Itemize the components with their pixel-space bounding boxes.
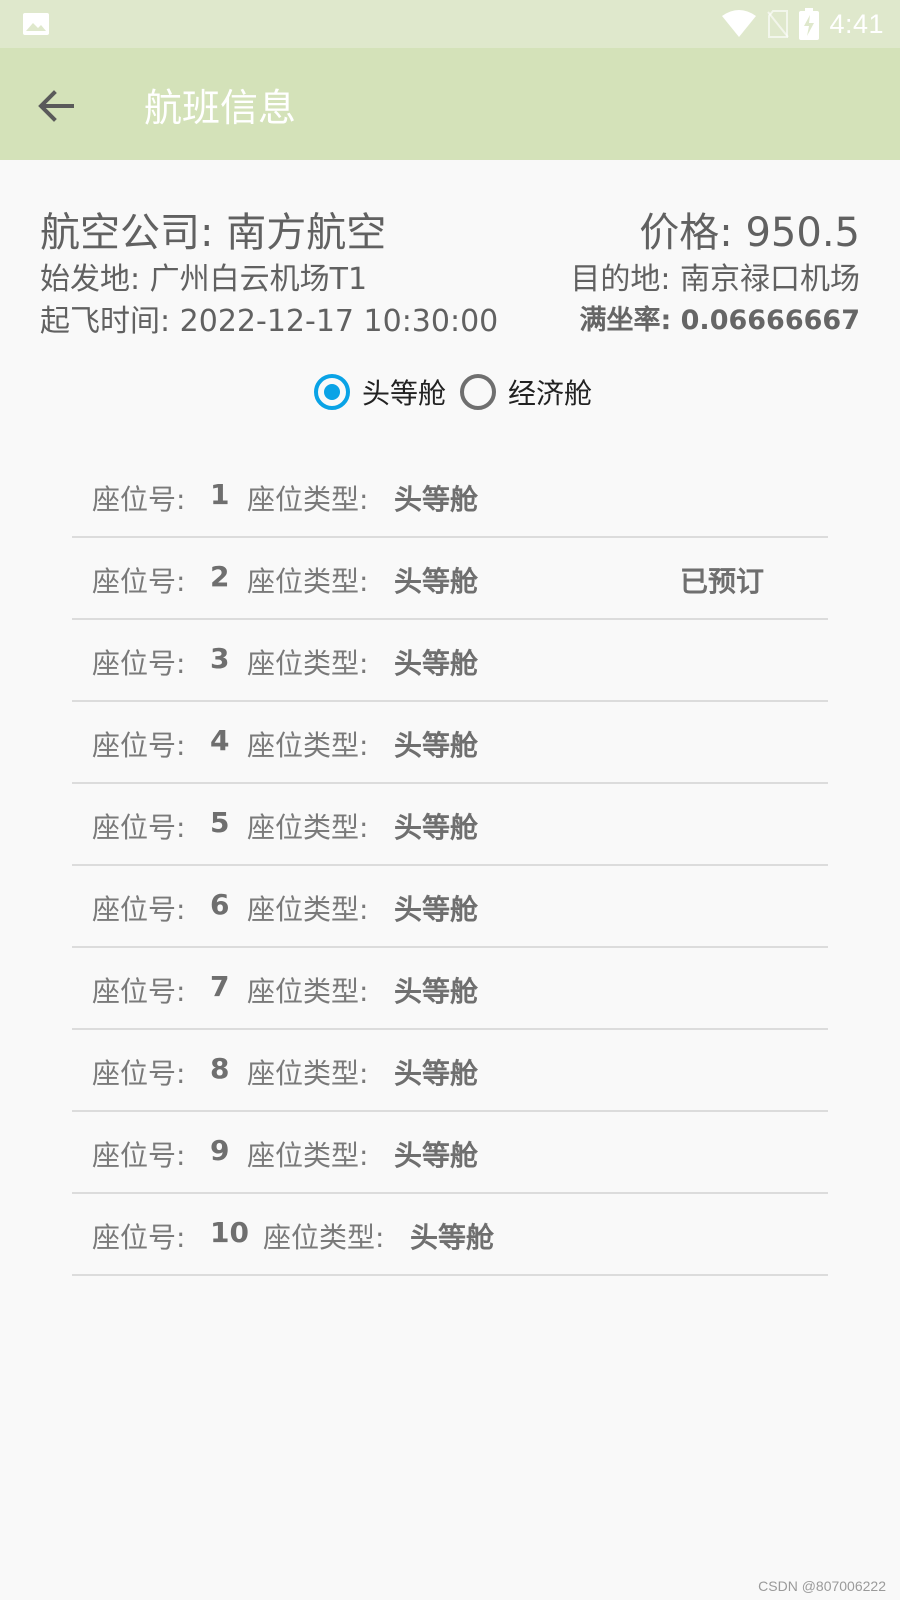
seat-no-label: 座位号: [92, 1057, 186, 1090]
seat-no-label: 座位号: [92, 975, 186, 1008]
seat-list: 座位号: 1 座位类型: 头等舱 座位号: 2 座位类型: 头等舱 已预订 座位… [72, 456, 828, 1276]
economy-class-radio[interactable]: 经济舱 [460, 372, 606, 412]
seat-type-label: 座位类型: [247, 893, 369, 926]
seat-status: 已预订 [680, 565, 765, 598]
battery-charging-icon [799, 8, 820, 40]
seat-type-value: 头等舱 [394, 893, 479, 926]
seat-row[interactable]: 座位号: 6 座位类型: 头等舱 [72, 866, 828, 948]
cabin-radio-group: 头等舱 经济舱 [314, 368, 606, 416]
seat-type-label: 座位类型: [247, 1139, 369, 1172]
no-sim-icon [767, 10, 790, 38]
seat-type-value: 头等舱 [394, 565, 479, 598]
seat-type-label: 座位类型: [247, 729, 369, 762]
seat-row[interactable]: 座位号: 7 座位类型: 头等舱 [72, 948, 828, 1030]
page-title: 航班信息 [144, 86, 297, 130]
price-text: 价格: 950.5 [639, 210, 860, 256]
seat-row[interactable]: 座位号: 1 座位类型: 头等舱 [72, 456, 828, 538]
seat-no-value: 3 [210, 642, 230, 675]
seat-row[interactable]: 座位号: 8 座位类型: 头等舱 [72, 1030, 828, 1112]
airline-text: 航空公司: 南方航空 [40, 210, 387, 256]
seat-no-value: 2 [210, 560, 230, 593]
seat-row[interactable]: 座位号: 2 座位类型: 头等舱 已预订 [72, 538, 828, 620]
radio-unchecked-icon [460, 374, 497, 410]
departure-time-text: 起飞时间: 2022-12-17 10:30:00 [40, 304, 499, 339]
watermark: CSDN @807006222 [758, 1578, 886, 1594]
seat-row[interactable]: 座位号: 3 座位类型: 头等舱 [72, 620, 828, 702]
seat-no-value: 5 [210, 806, 230, 839]
seat-no-value: 10 [210, 1216, 249, 1249]
seat-no-label: 座位号: [92, 483, 186, 516]
seat-no-label: 座位号: [92, 565, 186, 598]
first-class-radio[interactable]: 头等舱 [314, 372, 460, 412]
wifi-icon [722, 10, 757, 37]
destination-text: 目的地: 南京禄口机场 [570, 262, 860, 297]
seat-type-value: 头等舱 [394, 811, 479, 844]
back-arrow-icon[interactable] [36, 86, 76, 126]
seat-type-label: 座位类型: [247, 565, 369, 598]
seat-type-label: 座位类型: [247, 483, 369, 516]
image-notification-icon [23, 13, 49, 35]
radio-checked-icon [314, 374, 350, 410]
seat-type-label: 座位类型: [247, 975, 369, 1008]
seat-no-label: 座位号: [92, 729, 186, 762]
seat-type-value: 头等舱 [394, 647, 479, 680]
seat-type-label: 座位类型: [247, 811, 369, 844]
seat-type-label: 座位类型: [263, 1221, 385, 1254]
seat-no-value: 8 [210, 1052, 230, 1085]
seat-type-label: 座位类型: [247, 647, 369, 680]
seat-type-value: 头等舱 [394, 1139, 479, 1172]
economy-class-label: 经济舱 [508, 377, 593, 410]
seat-no-label: 座位号: [92, 893, 186, 926]
seat-type-label: 座位类型: [247, 1057, 369, 1090]
seat-type-value: 头等舱 [394, 1057, 479, 1090]
seat-row[interactable]: 座位号: 9 座位类型: 头等舱 [72, 1112, 828, 1194]
app-bar: 航班信息 [0, 48, 900, 160]
seat-no-value: 7 [210, 970, 230, 1003]
clock: 4:41 [829, 8, 884, 39]
seat-no-label: 座位号: [92, 647, 186, 680]
seat-no-value: 9 [210, 1134, 230, 1167]
seat-no-value: 4 [210, 724, 230, 757]
status-bar: 4:41 [0, 0, 900, 48]
first-class-label: 头等舱 [362, 377, 447, 410]
seat-type-value: 头等舱 [394, 975, 479, 1008]
seat-row[interactable]: 座位号: 5 座位类型: 头等舱 [72, 784, 828, 866]
origin-text: 始发地: 广州白云机场T1 [40, 262, 368, 297]
seat-type-value: 头等舱 [394, 483, 479, 516]
seat-no-label: 座位号: [92, 1139, 186, 1172]
seat-row[interactable]: 座位号: 4 座位类型: 头等舱 [72, 702, 828, 784]
seat-type-value: 头等舱 [394, 729, 479, 762]
status-icons: 4:41 [721, 6, 884, 42]
occupancy-text: 满坐率: 0.06666667 [579, 305, 860, 336]
seat-row[interactable]: 座位号: 10 座位类型: 头等舱 [72, 1194, 828, 1276]
seat-no-label: 座位号: [92, 1221, 186, 1254]
seat-no-label: 座位号: [92, 811, 186, 844]
seat-no-value: 1 [210, 478, 230, 511]
seat-type-value: 头等舱 [410, 1221, 495, 1254]
seat-no-value: 6 [210, 888, 230, 921]
